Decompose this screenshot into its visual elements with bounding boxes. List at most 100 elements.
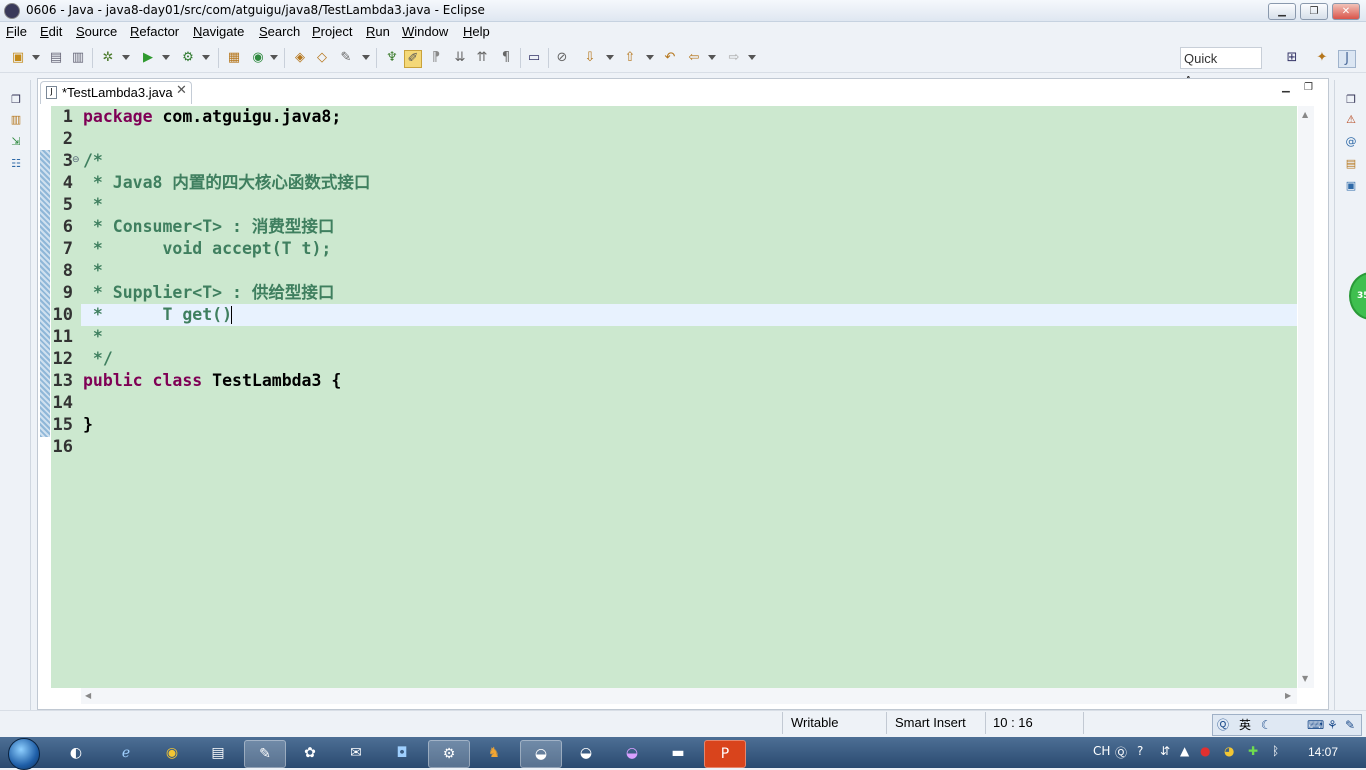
new-icon[interactable]: ▣ bbox=[10, 50, 26, 66]
tray-ime-icon[interactable]: Ⓠ bbox=[1115, 744, 1127, 761]
tray-network-icon[interactable]: ⇵ bbox=[1160, 744, 1170, 758]
outline-icon[interactable]: ☷ bbox=[8, 156, 24, 172]
tray-show-hidden-icon[interactable]: ▲ bbox=[1180, 744, 1189, 758]
ime-logo-icon[interactable]: Ⓠ bbox=[1217, 715, 1229, 735]
java-ee-perspective-icon[interactable]: ✦ bbox=[1314, 50, 1330, 66]
menu-file[interactable]: File bbox=[6, 24, 27, 39]
eclipse-app-3-icon[interactable]: ◒ bbox=[612, 740, 652, 766]
previous-edit-dropdown-icon[interactable] bbox=[646, 55, 654, 60]
search-dropdown-icon[interactable] bbox=[362, 55, 370, 60]
show-source-icon[interactable]: ¶ bbox=[498, 50, 514, 66]
debug-icon[interactable]: ✲ bbox=[100, 50, 116, 66]
console-view-icon[interactable]: ▣ bbox=[1343, 178, 1359, 194]
ime-toolbar[interactable]: Ⓠ 英 ☾ ⌨ ⚘ ✎ bbox=[1212, 714, 1362, 736]
quick-access-input[interactable]: Quick Access bbox=[1180, 47, 1262, 88]
eclipse-app-icon[interactable]: ◒ bbox=[520, 740, 562, 768]
paint-app-icon[interactable]: ✿ bbox=[290, 740, 330, 766]
tray-security-icon[interactable]: ✚ bbox=[1248, 744, 1258, 758]
forward-dropdown-icon[interactable] bbox=[748, 55, 756, 60]
code-line[interactable]: package com.atguigu.java8; bbox=[83, 106, 341, 128]
ime-language[interactable]: 英 bbox=[1239, 715, 1251, 735]
tool-app-icon[interactable]: ✎ bbox=[244, 740, 286, 768]
qq-app-icon[interactable]: ◘ bbox=[382, 740, 422, 766]
minimize-button[interactable]: ▁ bbox=[1268, 3, 1296, 20]
back-dropdown-icon[interactable] bbox=[708, 55, 716, 60]
declaration-icon[interactable]: ▤ bbox=[1343, 156, 1359, 172]
previous-annotation-icon[interactable]: ⇈ bbox=[474, 50, 490, 66]
tray-language[interactable]: CH bbox=[1093, 744, 1110, 758]
code-line[interactable]: * bbox=[83, 326, 103, 348]
network-app-icon[interactable]: ⚙ bbox=[428, 740, 470, 768]
last-edit-location-icon[interactable]: ↶ bbox=[662, 50, 678, 66]
tab-label[interactable]: *TestLambda3.java bbox=[62, 85, 173, 100]
fold-toggle-icon[interactable]: ⊖ bbox=[72, 155, 80, 165]
next-annotation-icon[interactable]: ⇊ bbox=[452, 50, 468, 66]
code-line[interactable]: * Supplier<T> : 供给型接口 bbox=[83, 282, 334, 304]
internet-explorer-icon[interactable]: ℯ bbox=[106, 740, 146, 766]
windows-explorer-icon[interactable]: ◐ bbox=[56, 740, 96, 766]
open-perspective-icon[interactable]: ⊞ bbox=[1284, 50, 1300, 66]
powerpoint-app-icon[interactable]: P bbox=[704, 740, 746, 768]
editor-minimize-icon[interactable]: ▁ bbox=[1282, 82, 1290, 93]
ime-settings-icon[interactable]: ✎ bbox=[1345, 715, 1355, 735]
open-type-icon[interactable]: ◈ bbox=[292, 50, 308, 66]
code-line[interactable]: * void accept(T t); bbox=[83, 238, 331, 260]
menu-search[interactable]: Search bbox=[259, 24, 300, 39]
restore-icon[interactable]: ❐ bbox=[1343, 92, 1359, 108]
show-whitespace-icon[interactable]: ⁋ bbox=[428, 50, 444, 66]
menu-edit[interactable]: Edit bbox=[40, 24, 62, 39]
tab-close-icon[interactable]: ✕ bbox=[176, 83, 187, 98]
back-icon[interactable]: ⇦ bbox=[686, 50, 702, 66]
code-line[interactable]: * Java8 内置的四大核心函数式接口 bbox=[83, 172, 370, 194]
debug-dropdown-icon[interactable] bbox=[122, 55, 130, 60]
tray-clock[interactable]: 14:07 bbox=[1308, 745, 1338, 759]
menu-project[interactable]: Project bbox=[312, 24, 352, 39]
scroll-up-icon[interactable]: ▲ bbox=[1302, 110, 1308, 119]
scroll-down-icon[interactable]: ▼ bbox=[1302, 674, 1308, 683]
java-perspective-icon[interactable]: J bbox=[1338, 50, 1356, 68]
console-icon[interactable]: ▭ bbox=[526, 50, 542, 66]
code-line[interactable]: /* bbox=[83, 150, 103, 172]
ime-moon-icon[interactable]: ☾ bbox=[1261, 715, 1272, 735]
save-icon[interactable]: ▤ bbox=[48, 50, 64, 66]
vertical-scrollbar[interactable]: ▲ ▼ bbox=[1298, 106, 1314, 688]
restore-icon[interactable]: ❐ bbox=[8, 92, 24, 108]
start-button[interactable] bbox=[8, 738, 40, 770]
scroll-left-icon[interactable]: ◀ bbox=[85, 691, 91, 700]
close-button[interactable]: ✕ bbox=[1332, 3, 1360, 20]
next-edit-dropdown-icon[interactable] bbox=[606, 55, 614, 60]
tray-app-icon[interactable]: ◕ bbox=[1224, 744, 1234, 758]
external-tools-dropdown-icon[interactable] bbox=[202, 55, 210, 60]
horizontal-scrollbar[interactable]: ◀ ▶ bbox=[81, 688, 1297, 704]
menu-navigate[interactable]: Navigate bbox=[193, 24, 244, 39]
code-line[interactable]: * bbox=[83, 260, 103, 282]
maximize-button[interactable]: ❐ bbox=[1300, 3, 1328, 20]
type-hierarchy-icon[interactable]: ⇲ bbox=[8, 134, 24, 150]
tray-record-icon[interactable]: ● bbox=[1200, 744, 1210, 758]
package-explorer-icon[interactable]: ▥ bbox=[8, 112, 24, 128]
code-line[interactable]: } bbox=[83, 414, 93, 436]
game-app-icon[interactable]: ♞ bbox=[474, 740, 514, 766]
chrome-icon[interactable]: ◉ bbox=[152, 740, 192, 766]
previous-edit-icon[interactable]: ⇧ bbox=[622, 50, 638, 66]
code-line[interactable]: public class TestLambda3 { bbox=[83, 370, 341, 392]
tray-help-icon[interactable]: ? bbox=[1137, 744, 1143, 758]
external-tools-icon[interactable]: ⚙ bbox=[180, 50, 196, 66]
run-dropdown-icon[interactable] bbox=[162, 55, 170, 60]
cmd-app-icon[interactable]: ▬ bbox=[658, 740, 698, 766]
problems-icon[interactable]: ⚠ bbox=[1343, 112, 1359, 128]
run-icon[interactable]: ▶ bbox=[140, 50, 156, 66]
menu-source[interactable]: Source bbox=[76, 24, 117, 39]
menu-refactor[interactable]: Refactor bbox=[130, 24, 179, 39]
eclipse-app-icon[interactable] bbox=[4, 3, 20, 19]
forward-icon[interactable]: ⇨ bbox=[726, 50, 742, 66]
new-class-dropdown-icon[interactable] bbox=[270, 55, 278, 60]
eclipse-app-2-icon[interactable]: ◒ bbox=[566, 740, 606, 766]
menu-window[interactable]: Window bbox=[402, 24, 448, 39]
skip-breakpoints-icon[interactable]: ⊘ bbox=[554, 50, 570, 66]
scroll-right-icon[interactable]: ▶ bbox=[1285, 691, 1291, 700]
code-line[interactable]: * Consumer<T> : 消费型接口 bbox=[83, 216, 334, 238]
code-line[interactable]: */ bbox=[83, 348, 113, 370]
javadoc-icon[interactable]: @ bbox=[1343, 134, 1359, 150]
chat-app-icon[interactable]: ✉ bbox=[336, 740, 376, 766]
